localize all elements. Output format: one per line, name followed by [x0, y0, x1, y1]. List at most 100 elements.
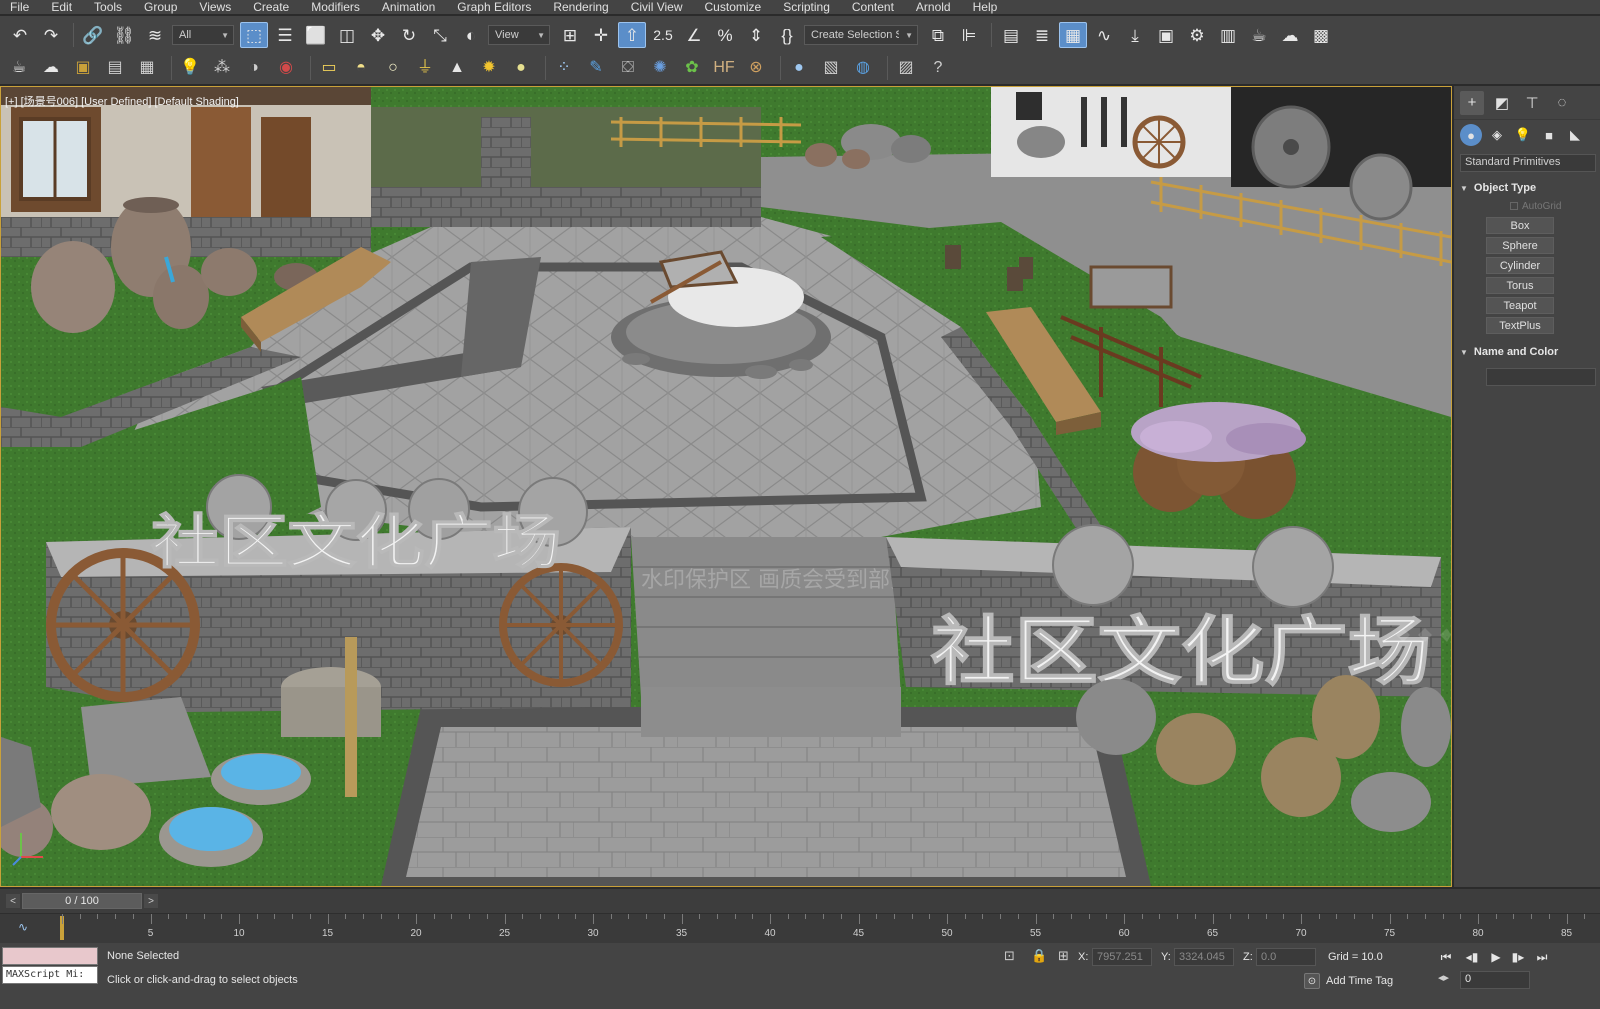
- selection-filter-dropdown[interactable]: All ▼: [172, 25, 234, 45]
- align-icon[interactable]: ⊫: [955, 22, 983, 48]
- window-crossing-icon[interactable]: ◫: [333, 22, 361, 48]
- menu-rendering[interactable]: Rendering: [542, 0, 619, 14]
- percent-snap-icon[interactable]: %: [711, 22, 739, 48]
- image-icon[interactable]: ▣: [70, 56, 96, 80]
- rendered-frame-window-icon[interactable]: ▥: [1214, 22, 1242, 48]
- textplus-button[interactable]: TextPlus: [1486, 317, 1554, 334]
- particles-icon[interactable]: ⁘: [551, 56, 577, 80]
- volume-icon[interactable]: ⛋: [615, 56, 641, 80]
- dome-light-icon[interactable]: ◓: [348, 56, 374, 80]
- maxscript-listener-output[interactable]: [2, 947, 98, 965]
- cameras-icon[interactable]: ■: [1538, 124, 1560, 146]
- cylinder-button[interactable]: Cylinder: [1486, 257, 1554, 274]
- menu-graph-editors[interactable]: Graph Editors: [446, 0, 542, 14]
- grass-icon[interactable]: ✿: [679, 56, 705, 80]
- sphere-half-icon[interactable]: ◑: [241, 56, 267, 80]
- license-icon[interactable]: ▨: [893, 56, 919, 80]
- key-mode-toggle-icon[interactable]: ◂▸: [1438, 971, 1449, 984]
- hierarchy-tab-icon[interactable]: ⊤: [1520, 91, 1544, 115]
- next-frame-icon[interactable]: ▮▸: [1508, 947, 1528, 967]
- list-icon[interactable]: ▤: [102, 56, 128, 80]
- current-frame-field[interactable]: 0: [1460, 971, 1530, 989]
- object-name-field[interactable]: [1486, 368, 1596, 386]
- render-production-icon[interactable]: ☕: [1245, 22, 1273, 48]
- select-by-name-icon[interactable]: ☰: [271, 22, 299, 48]
- menu-customize[interactable]: Customize: [694, 0, 773, 14]
- shapes-icon[interactable]: ◈: [1486, 124, 1508, 146]
- menu-civil-view[interactable]: Civil View: [620, 0, 694, 14]
- menu-animation[interactable]: Animation: [371, 0, 446, 14]
- helpers-icon[interactable]: ◣: [1564, 124, 1586, 146]
- bind-space-warp-icon[interactable]: ≋: [141, 22, 169, 48]
- previous-frame-icon[interactable]: ◂▮: [1462, 947, 1482, 967]
- unlink-icon[interactable]: ⛓: [110, 22, 138, 48]
- menu-tools[interactable]: Tools: [83, 0, 133, 14]
- menu-content[interactable]: Content: [841, 0, 905, 14]
- named-selection-dropdown[interactable]: Create Selection Set ▼: [804, 25, 918, 45]
- menu-arnold[interactable]: Arnold: [905, 0, 962, 14]
- motion-tab-icon[interactable]: ◌: [1550, 91, 1574, 115]
- menu-file[interactable]: File: [8, 0, 40, 14]
- time-slider-prev-icon[interactable]: <: [6, 894, 20, 908]
- track-bar[interactable]: ∿ 5 10 15 20 25 30 35 40 45 50 55 60 65 70 75 80 85: [0, 913, 1600, 943]
- pivot-center-icon[interactable]: ⊞: [556, 22, 584, 48]
- arnold-render-icon[interactable]: ◍: [850, 56, 876, 80]
- maxscript-mini-listener[interactable]: MAXScript Mi:: [2, 966, 98, 984]
- reference-coordinate-dropdown[interactable]: View ▼: [488, 25, 550, 45]
- teapot-button[interactable]: Teapot: [1486, 297, 1554, 314]
- place-icon[interactable]: ◐: [457, 22, 485, 48]
- y-coord-field[interactable]: 3324.045: [1174, 948, 1234, 966]
- menu-scripting[interactable]: Scripting: [772, 0, 841, 14]
- photometric-light-icon[interactable]: ⏚: [412, 56, 438, 80]
- menu-create[interactable]: Create: [242, 0, 300, 14]
- snaps-toggle-icon[interactable]: 2.5: [649, 22, 677, 48]
- menu-modifiers[interactable]: Modifiers: [300, 0, 371, 14]
- render-activeshade-icon[interactable]: ☁: [1276, 22, 1304, 48]
- time-slider-thumb[interactable]: 0 / 100: [22, 893, 142, 909]
- rectangular-selection-icon[interactable]: ⬜: [302, 22, 330, 48]
- edit-named-selection-icon[interactable]: {}: [773, 22, 801, 48]
- hair-fur-icon[interactable]: HF: [711, 56, 737, 80]
- object-type-rollout[interactable]: ▼ Object Type: [1460, 178, 1600, 198]
- teapot-icon[interactable]: ☕: [6, 56, 32, 80]
- time-slider-next-icon[interactable]: >: [144, 894, 158, 908]
- sun-icon[interactable]: ✹: [476, 56, 502, 80]
- select-object-icon[interactable]: ⬚: [240, 22, 268, 48]
- scene-explorer-icon[interactable]: ▤: [997, 22, 1025, 48]
- sphere-light-icon[interactable]: ○: [380, 56, 406, 80]
- material-lookdev-icon[interactable]: ▧: [818, 56, 844, 80]
- schematic-view-icon[interactable]: ⤓: [1121, 22, 1149, 48]
- selection-lock-icon[interactable]: 🔒: [1031, 948, 1047, 964]
- z-coord-field[interactable]: 0.0: [1256, 948, 1316, 966]
- volume-shape-icon[interactable]: ✺: [647, 56, 673, 80]
- curve-editor-icon[interactable]: ∿: [1090, 22, 1118, 48]
- menu-views[interactable]: Views: [188, 0, 242, 14]
- undo-icon[interactable]: ↶: [6, 22, 34, 48]
- modify-tab-icon[interactable]: ◩: [1490, 91, 1514, 115]
- table-icon[interactable]: ▦: [134, 56, 160, 80]
- angle-snap-icon[interactable]: ∠: [680, 22, 708, 48]
- isolate-selection-icon[interactable]: ⊡: [1004, 948, 1015, 964]
- play-icon[interactable]: ▶: [1486, 947, 1506, 967]
- lights-icon[interactable]: 💡: [1512, 124, 1534, 146]
- viewport-label[interactable]: [+] [场景号006] [User Defined] [Default Sha…: [5, 93, 239, 109]
- time-slider[interactable]: < 0 / 100 >: [0, 889, 1600, 913]
- go-to-start-icon[interactable]: ⏮: [1436, 947, 1456, 967]
- add-time-tag-button[interactable]: ⊙ Add Time Tag: [1304, 971, 1393, 991]
- curve-toggle-icon[interactable]: ∿: [18, 920, 28, 934]
- capsule-icon[interactable]: ✎: [583, 56, 609, 80]
- box-button[interactable]: Box: [1486, 217, 1554, 234]
- sphere-button[interactable]: Sphere: [1486, 237, 1554, 254]
- link-icon[interactable]: 🔗: [79, 22, 107, 48]
- ribbon-toggle-icon[interactable]: ▦: [1059, 22, 1087, 48]
- x-coord-field[interactable]: 7957.251: [1092, 948, 1152, 966]
- help-icon[interactable]: ?: [925, 56, 951, 80]
- rotate-icon[interactable]: ↻: [395, 22, 423, 48]
- area-light-icon[interactable]: ▭: [316, 56, 342, 80]
- light-list-icon[interactable]: 💡: [177, 56, 203, 80]
- geometry-icon[interactable]: ●: [1460, 124, 1482, 146]
- go-to-end-icon[interactable]: ⏭: [1532, 947, 1552, 967]
- autogrid-checkbox[interactable]: AutoGrid: [1510, 198, 1600, 214]
- redo-icon[interactable]: ↷: [37, 22, 65, 48]
- scale-icon[interactable]: ⤡: [426, 22, 454, 48]
